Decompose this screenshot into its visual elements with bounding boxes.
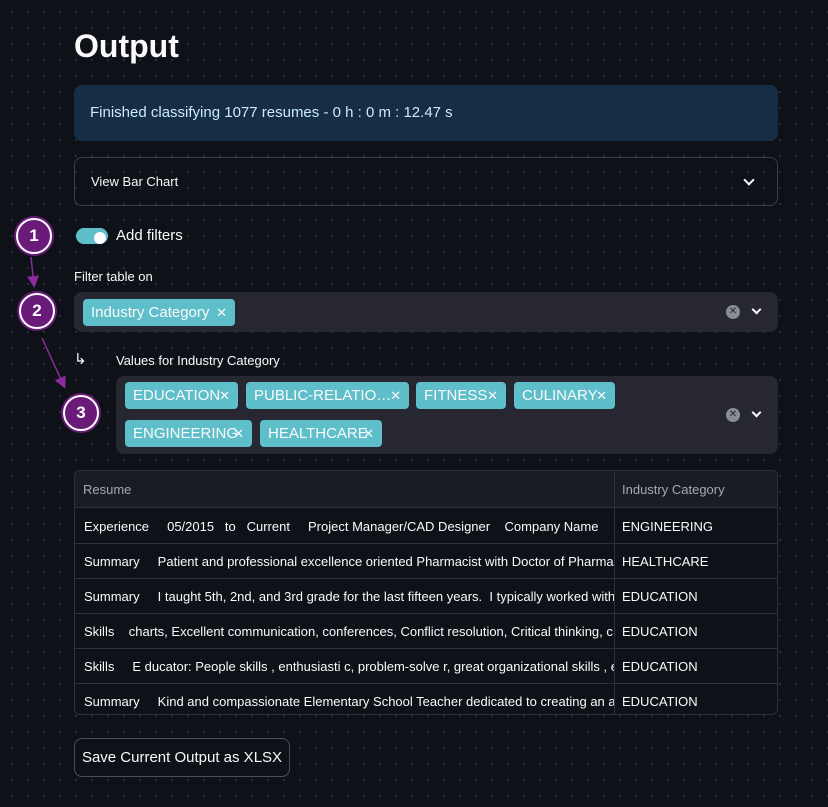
annotation-arrow-2-3 [41,337,66,389]
tag-remove-icon[interactable]: ✕ [233,420,244,447]
save-xlsx-button[interactable]: Save Current Output as XLSX [74,738,290,777]
cell-resume[interactable]: Experience 05/2015 to Current Project Ma… [75,509,614,544]
table-row[interactable]: Skills charts, Excellent communication, … [75,614,777,649]
tag-remove-icon[interactable]: ✕ [216,299,227,326]
annotation-badge-3: 3 [63,395,99,431]
annotation-badge-1: 1 [16,218,52,254]
cell-resume[interactable]: Skills charts, Excellent communication, … [75,614,614,649]
tag-label: Industry Category [91,304,210,321]
tag-industry-category: Industry Category ✕ [83,299,235,326]
cell-industry-category[interactable]: EDUCATION [614,579,772,614]
bar-chart-expander[interactable]: View Bar Chart [74,157,778,206]
tag-label: HEALTHCARE [268,425,368,442]
cell-industry-category[interactable]: EDUCATION [614,684,772,714]
tag-remove-icon[interactable]: ✕ [487,382,498,409]
chevron-down-icon[interactable] [751,304,762,315]
tag-label: ENGINEERING [133,425,239,442]
table-row[interactable]: Summary Patient and professional excelle… [75,544,777,579]
cell-resume[interactable]: Summary Kind and compassionate Elementar… [75,684,614,714]
tag-remove-icon[interactable]: ✕ [596,382,607,409]
tag-culinary: CULINARY ✕ [514,382,615,409]
cell-resume[interactable]: Summary I taught 5th, 2nd, and 3rd grade… [75,579,614,614]
page-title: Output [74,28,179,64]
tag-label: EDUCATION [133,387,221,404]
results-table[interactable]: Resume Industry Category Experience 05/2… [74,470,778,715]
table-row[interactable]: Summary I taught 5th, 2nd, and 3rd grade… [75,579,777,614]
tag-healthcare: HEALTHCARE ✕ [260,420,382,447]
chevron-down-icon[interactable] [751,407,762,418]
table-row[interactable]: Summary Kind and compassionate Elementar… [75,684,777,714]
cell-industry-category[interactable]: HEALTHCARE [614,544,772,579]
sub-filter-arrow-icon: ↳ [74,351,87,368]
table-row[interactable]: Experience 05/2015 to Current Project Ma… [75,509,777,544]
table-header: Resume Industry Category [75,471,777,508]
filter-on-label: Filter table on [74,269,153,284]
info-message: Finished classifying 1077 resumes - 0 h … [90,104,453,121]
cell-industry-category[interactable]: ENGINEERING [614,509,772,544]
expander-label: View Bar Chart [91,174,179,189]
tag-fitness: FITNESS ✕ [416,382,506,409]
filter-column-multiselect[interactable]: Industry Category ✕ ✕ [74,292,778,332]
cell-resume[interactable]: Summary Patient and professional excelle… [75,544,614,579]
tag-label: FITNESS [424,387,488,404]
annotation-arrow-1-2 [27,256,40,288]
info-alert: Finished classifying 1077 resumes - 0 h … [74,85,778,141]
table-row[interactable]: Skills E ducator: People skills , enthus… [75,649,777,684]
chevron-down-icon [743,174,755,186]
tag-remove-icon[interactable]: ✕ [390,382,401,409]
tag-education: EDUCATION ✕ [125,382,238,409]
values-multiselect[interactable]: EDUCATION ✕ PUBLIC-RELATIO… ✕ FITNESS ✕ … [116,376,778,454]
tag-label: PUBLIC-RELATIO… [254,387,392,404]
column-divider[interactable] [614,471,615,714]
tag-remove-icon[interactable]: ✕ [363,420,374,447]
clear-all-icon[interactable]: ✕ [726,408,740,422]
cell-resume[interactable]: Skills E ducator: People skills , enthus… [75,649,614,684]
tag-engineering: ENGINEERING ✕ [125,420,252,447]
clear-all-icon[interactable]: ✕ [726,305,740,319]
cell-industry-category[interactable]: EDUCATION [614,614,772,649]
tag-remove-icon[interactable]: ✕ [219,382,230,409]
cell-industry-category[interactable]: EDUCATION [614,649,772,684]
column-header-resume[interactable]: Resume [75,471,131,508]
toggle-knob [94,232,106,244]
tag-public-relations: PUBLIC-RELATIO… ✕ [246,382,409,409]
column-header-industry-category[interactable]: Industry Category [614,471,725,508]
annotation-badge-2: 2 [19,293,55,329]
toggle-label: Add filters [116,227,183,244]
values-filter-label: Values for Industry Category [116,353,280,368]
toggle-track[interactable] [76,228,108,244]
tag-label: CULINARY [522,387,598,404]
